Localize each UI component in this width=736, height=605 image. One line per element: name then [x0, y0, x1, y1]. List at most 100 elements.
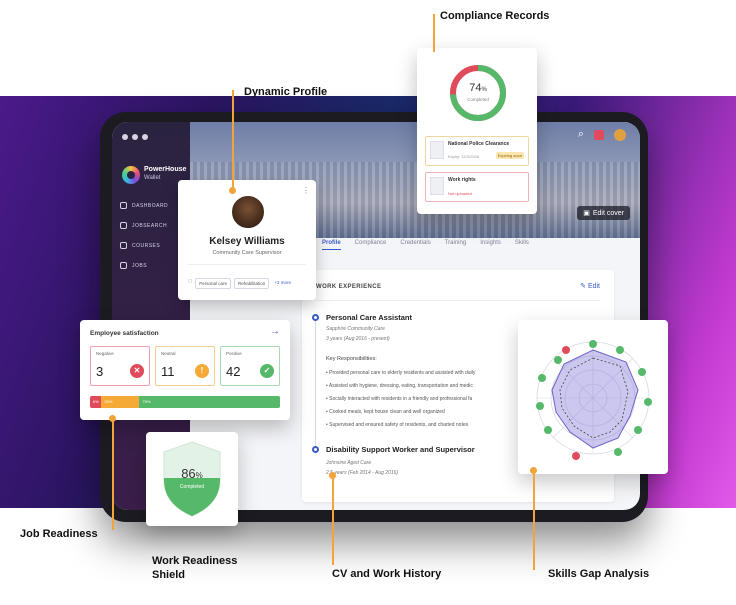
negative-label: Negative: [96, 351, 114, 356]
shield-percent: 86%: [146, 466, 238, 481]
camera-icon: ▣: [583, 210, 590, 217]
sidebar-item-jobsearch[interactable]: JOBSEARCH: [120, 222, 167, 229]
callout-dot: [329, 472, 336, 479]
job-dates: 2.5 years (Feb 2014 - Aug 2016): [326, 470, 399, 476]
callout-line: [533, 470, 535, 570]
callout-line: [232, 90, 234, 190]
skill-chip[interactable]: Personal care: [195, 278, 232, 289]
responsibility-item: • Socially interacted with residents in …: [326, 396, 473, 402]
compliance-donut: 74% Completed: [447, 62, 509, 124]
profile-role: Community Care Supervisor: [212, 250, 282, 256]
work-readiness-shield-card: 86% Completed: [146, 432, 238, 526]
neutral-box: Neutral 11 !: [155, 346, 215, 386]
satisfaction-title: Employee satisfaction: [90, 330, 159, 337]
responsibilities-title: Key Responsibilities:: [326, 356, 377, 362]
skill-chips: ▢ Personal care Rehabilitation +2 more: [188, 278, 293, 289]
responsibility-item: • Assisted with hygiene, dressing, eatin…: [326, 383, 473, 389]
callout-line-2: Shield: [152, 569, 186, 581]
sidebar-item-jobs[interactable]: JOBS: [120, 262, 147, 269]
briefcase-icon: [120, 222, 127, 229]
job-title: Disability Support Worker and Supervisor: [326, 445, 475, 454]
record-status: Not uploaded: [448, 191, 472, 196]
job-dates: 3 years (Aug 2016 - present): [326, 336, 390, 342]
negative-value: 3: [96, 364, 104, 379]
skills-gap-card: [518, 320, 668, 474]
sidebar-item-label: JOBSEARCH: [132, 222, 168, 229]
alert-icon: !: [195, 364, 209, 378]
tab-credentials[interactable]: Credentials: [400, 240, 430, 250]
user-avatar[interactable]: [614, 128, 626, 141]
skills-radar-chart: [536, 340, 652, 460]
window-dots: [122, 134, 148, 140]
percent-sign: %: [481, 87, 487, 93]
callout-dot: [530, 467, 537, 474]
search-icon[interactable]: ⌕: [578, 128, 584, 141]
tab-training[interactable]: Training: [445, 240, 466, 250]
divider: [316, 300, 600, 301]
compliance-record[interactable]: National Police Clearance Expiry: 12/3/2…: [425, 136, 529, 166]
profile-card: ⋮ Kelsey Williams Community Care Supervi…: [178, 180, 316, 300]
positive-label: Positive: [226, 351, 242, 356]
edit-cover-button[interactable]: ▣ Edit cover: [577, 206, 630, 220]
satisfaction-bar-segment: 20%: [101, 396, 140, 408]
job-company: Sapphire Community Care: [326, 326, 385, 332]
callout-skills-gap-analysis: Skills Gap Analysis: [548, 568, 650, 580]
profile-tabs: Profile Compliance Credentials Training …: [322, 240, 529, 250]
callout-dot: [109, 415, 116, 422]
compliance-percent: 74%: [447, 82, 509, 94]
top-bar: ⌕: [578, 128, 626, 141]
more-skills-link[interactable]: +2 more: [272, 278, 293, 289]
arrow-right-icon[interactable]: →: [270, 326, 280, 337]
tab-insights[interactable]: Insights: [480, 240, 501, 250]
tab-profile[interactable]: Profile: [322, 240, 341, 250]
document-icon: [430, 177, 444, 195]
document-icon: [120, 262, 127, 269]
callout-line-1: Work Readiness: [152, 555, 238, 567]
responsibility-item: • Cooked meals, kept house clean and wel…: [326, 409, 445, 415]
close-icon: ✕: [130, 364, 144, 378]
sidebar-item-courses[interactable]: COURSES: [120, 242, 160, 249]
sidebar-item-label: JOBS: [132, 262, 148, 269]
sidebar-item-dashboard[interactable]: DASHBOARD: [120, 202, 168, 209]
tag-icon: ▢: [188, 278, 193, 283]
divider: [188, 264, 306, 265]
record-title: National Police Clearance: [448, 141, 510, 147]
job-title: Personal Care Assistant: [326, 313, 413, 322]
notification-bell-icon[interactable]: [594, 129, 604, 140]
callout-work-readiness-shield: Work Readiness Shield: [152, 554, 237, 582]
satisfaction-bar-segment: 6%: [90, 396, 102, 408]
callout-job-readiness: Job Readiness: [20, 528, 98, 540]
shield-percent-value: 86: [181, 466, 196, 481]
negative-box: Negative 3 ✕: [90, 346, 150, 386]
compliance-percent-value: 74: [469, 82, 482, 94]
timeline-dot: [312, 446, 319, 453]
sidebar-item-label: DASHBOARD: [132, 202, 169, 209]
work-edit-label: Edit: [587, 283, 600, 290]
neutral-label: Neutral: [161, 351, 176, 356]
sidebar-item-label: COURSES: [132, 242, 161, 249]
responsibility-item: • Provided personal care to elderly resi…: [326, 370, 476, 376]
callout-cv-work-history: CV and Work History: [332, 568, 442, 580]
document-icon: [430, 141, 444, 159]
satisfaction-bar-segment: 75%: [139, 396, 280, 408]
tab-compliance[interactable]: Compliance: [355, 240, 387, 250]
callout-compliance-records: Compliance Records: [440, 10, 550, 22]
brand-sub: Wallet: [144, 175, 161, 181]
callout-line: [433, 14, 435, 52]
more-options-icon[interactable]: ⋮: [302, 186, 310, 195]
positive-box: Positive 42 ✓: [220, 346, 280, 386]
brand-logo-icon: [122, 166, 140, 184]
skill-chip[interactable]: Rehabilitation: [234, 278, 270, 289]
satisfaction-bar: 6% 20% 75%: [90, 396, 280, 408]
work-experience-title: WORK EXPERIENCE: [316, 284, 382, 290]
callout-dot: [229, 187, 236, 194]
job-company: Johnsine Aged Care: [326, 460, 372, 466]
work-edit-button[interactable]: ✎ Edit: [580, 282, 600, 290]
tab-skills[interactable]: Skills: [515, 240, 529, 250]
status-badge: Expiring soon: [495, 152, 524, 159]
compliance-completed-label: Completed: [467, 97, 489, 102]
check-icon: ✓: [260, 364, 274, 378]
callout-line: [332, 475, 334, 565]
compliance-record[interactable]: Work rights Not uploaded: [425, 172, 529, 202]
book-icon: [120, 242, 127, 249]
